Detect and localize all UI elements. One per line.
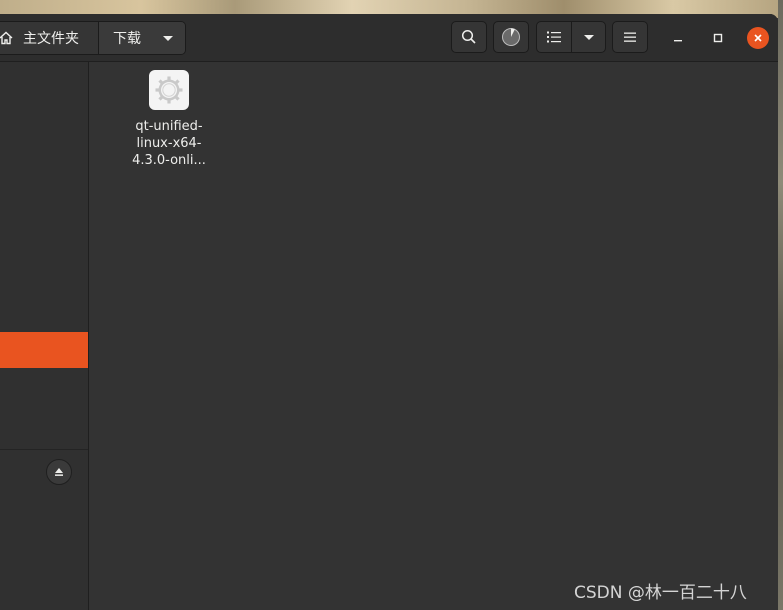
maximize-icon bbox=[713, 33, 723, 43]
eject-icon bbox=[55, 468, 63, 476]
chevron-down-icon bbox=[163, 35, 173, 41]
file-item[interactable]: qt-unified- linux-x64- 4.3.0-onli... bbox=[115, 70, 223, 169]
places-sidebar bbox=[0, 62, 89, 610]
file-name-line: 4.3.0-onli... bbox=[132, 153, 206, 168]
minimize-button[interactable] bbox=[667, 27, 689, 49]
hamburger-menu-icon bbox=[624, 32, 636, 42]
header-bar: 主文件夹 下载 bbox=[0, 14, 778, 62]
file-view: qt-unified- linux-x64- 4.3.0-onli... bbox=[89, 62, 778, 610]
minimize-icon bbox=[674, 40, 682, 42]
operations-progress-icon bbox=[502, 28, 520, 46]
path-home-label: 主文件夹 bbox=[23, 31, 79, 47]
operations-button[interactable] bbox=[493, 21, 529, 53]
view-options-button[interactable] bbox=[570, 22, 606, 52]
path-bar: 主文件夹 下载 bbox=[0, 21, 186, 55]
path-current-label: 下载 bbox=[113, 31, 141, 47]
close-button[interactable] bbox=[747, 27, 769, 49]
view-toggle-group bbox=[536, 21, 606, 53]
watermark-text: CSDN @林一百二十八 bbox=[574, 583, 747, 603]
main-menu-button[interactable] bbox=[612, 21, 648, 53]
file-name-line: qt-unified- bbox=[135, 119, 203, 134]
search-icon bbox=[461, 29, 476, 44]
path-current-button[interactable]: 下载 bbox=[99, 22, 185, 54]
sidebar-divider bbox=[0, 449, 88, 450]
chevron-down-icon bbox=[584, 34, 595, 40]
file-name-line: linux-x64- bbox=[136, 136, 202, 151]
close-icon bbox=[754, 34, 762, 42]
desktop-wallpaper-edge bbox=[778, 0, 783, 610]
maximize-button[interactable] bbox=[707, 27, 729, 49]
file-name: qt-unified- linux-x64- 4.3.0-onli... bbox=[115, 118, 223, 169]
search-button[interactable] bbox=[451, 21, 487, 53]
settings-gear-icon bbox=[149, 70, 189, 110]
sidebar-item-selected[interactable] bbox=[0, 332, 88, 368]
path-home-button[interactable]: 主文件夹 bbox=[0, 22, 99, 54]
home-icon bbox=[0, 31, 13, 45]
eject-button[interactable] bbox=[46, 459, 72, 485]
list-view-icon bbox=[546, 31, 561, 43]
list-view-button[interactable] bbox=[537, 22, 571, 52]
file-manager-window: 主文件夹 下载 qt-unified- linux-x64- 4.3.0-onl… bbox=[0, 14, 778, 610]
